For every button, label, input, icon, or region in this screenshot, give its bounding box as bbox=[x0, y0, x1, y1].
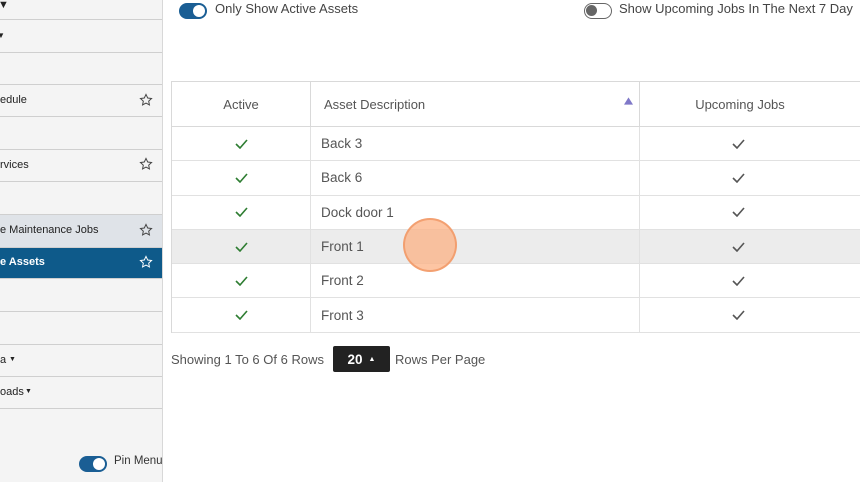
upcoming-check-icon bbox=[640, 264, 836, 297]
active-check-icon bbox=[172, 298, 311, 332]
sidebar-item-maintenance-jobs[interactable]: e Maintenance Jobs bbox=[0, 215, 162, 248]
star-icon[interactable] bbox=[139, 93, 153, 107]
asset-description: Front 2 bbox=[311, 264, 640, 298]
sidebar-item-1[interactable]: ▼ bbox=[0, 20, 162, 53]
star-icon[interactable] bbox=[139, 157, 153, 171]
sidebar-item-schedule[interactable]: edule bbox=[0, 85, 162, 117]
sidebar-item-downloads[interactable]: oads ▼ bbox=[0, 377, 162, 409]
asset-description: Front 1 bbox=[311, 229, 640, 264]
page-size-dropdown[interactable]: 20 ▲ bbox=[332, 346, 390, 372]
column-header-label: Asset Description bbox=[324, 96, 426, 112]
star-icon[interactable] bbox=[139, 255, 153, 269]
upcoming-check-icon bbox=[640, 298, 836, 331]
sidebar-item-10[interactable] bbox=[0, 312, 162, 345]
pin-menu-toggle[interactable] bbox=[79, 456, 107, 472]
active-assets-label: Only Show Active Assets bbox=[215, 1, 359, 16]
column-header-label: Active bbox=[223, 96, 259, 112]
sidebar-item-9[interactable] bbox=[0, 279, 162, 312]
toggle-knob bbox=[586, 5, 597, 16]
sidebar-item-2[interactable] bbox=[0, 53, 162, 85]
chevron-down-icon: ▼ bbox=[0, 31, 5, 40]
pagination: Showing 1 To 6 Of 6 Rows 20 ▲ Rows Per P… bbox=[171, 346, 485, 372]
column-header-active[interactable]: Active bbox=[172, 82, 311, 126]
table-row[interactable]: Front 1 bbox=[172, 229, 860, 265]
toggle-knob bbox=[93, 458, 105, 470]
pin-menu-label: Pin Menu bbox=[114, 455, 163, 467]
table-row[interactable]: Front 2 bbox=[172, 264, 860, 299]
asset-description: Front 3 bbox=[311, 298, 640, 332]
sidebar-item-label: e Assets bbox=[0, 256, 45, 268]
sort-ascending-icon[interactable] bbox=[624, 97, 633, 105]
chevron-down-icon: ▼ bbox=[25, 388, 32, 395]
asset-description: Back 6 bbox=[311, 161, 640, 195]
upcoming-jobs-toggle[interactable] bbox=[584, 3, 612, 19]
sidebar: ▼ ▼ edule rvices e Maintenance Jobs e As… bbox=[0, 0, 163, 482]
star-icon[interactable] bbox=[139, 223, 153, 237]
page-size-value: 20 bbox=[347, 351, 363, 367]
sidebar-item-label: rvices bbox=[0, 159, 29, 171]
upcoming-check-icon bbox=[640, 230, 836, 263]
sidebar-item-assets[interactable]: e Assets bbox=[0, 248, 162, 279]
active-check-icon bbox=[172, 195, 311, 229]
sidebar-item-services[interactable]: rvices bbox=[0, 150, 162, 182]
caret-up-icon: ▲ bbox=[368, 355, 376, 363]
sidebar-item-label: edule bbox=[0, 94, 27, 106]
column-header-label: Upcoming Jobs bbox=[695, 96, 785, 112]
table-row[interactable]: Dock door 1 bbox=[172, 195, 860, 230]
sidebar-item-6[interactable] bbox=[0, 182, 162, 215]
active-check-icon bbox=[172, 264, 311, 298]
table-header: Active Asset Description Upcoming Jobs bbox=[172, 82, 860, 127]
column-header-upcoming[interactable]: Upcoming Jobs bbox=[640, 82, 860, 126]
sidebar-item-0[interactable]: ▼ bbox=[0, 0, 162, 20]
column-header-description[interactable]: Asset Description bbox=[311, 82, 640, 126]
toggle-knob bbox=[193, 5, 205, 17]
showing-rows-text: Showing 1 To 6 Of 6 Rows bbox=[171, 351, 324, 367]
asset-description: Dock door 1 bbox=[311, 195, 640, 229]
sidebar-item-label: oads bbox=[0, 386, 24, 398]
sidebar-item-label: a bbox=[0, 354, 7, 366]
sidebar-item-dropdown-a[interactable]: a ▼ bbox=[0, 345, 162, 377]
rows-per-page-label: Rows Per Page bbox=[394, 351, 486, 367]
active-check-icon bbox=[172, 127, 311, 161]
active-assets-toggle[interactable] bbox=[179, 3, 207, 19]
upcoming-jobs-label: Show Upcoming Jobs In The Next 7 Day bbox=[619, 1, 853, 16]
table-row[interactable]: Back 6 bbox=[172, 161, 860, 196]
upcoming-check-icon bbox=[640, 196, 836, 229]
table-row[interactable]: Back 3 bbox=[172, 127, 860, 162]
asset-description: Back 3 bbox=[311, 127, 640, 161]
assets-table: Active Asset Description Upcoming Jobs B… bbox=[171, 81, 860, 333]
sidebar-item-label: e Maintenance Jobs bbox=[0, 224, 99, 236]
table-row[interactable]: Front 3 bbox=[172, 298, 860, 333]
chevron-down-icon: ▼ bbox=[0, 0, 9, 11]
active-check-icon bbox=[172, 161, 311, 195]
chevron-down-icon: ▼ bbox=[9, 356, 16, 363]
click-indicator bbox=[403, 218, 457, 272]
sidebar-item-4[interactable] bbox=[0, 117, 162, 150]
upcoming-check-icon bbox=[640, 161, 836, 194]
active-check-icon bbox=[172, 229, 311, 264]
upcoming-check-icon bbox=[640, 127, 836, 160]
